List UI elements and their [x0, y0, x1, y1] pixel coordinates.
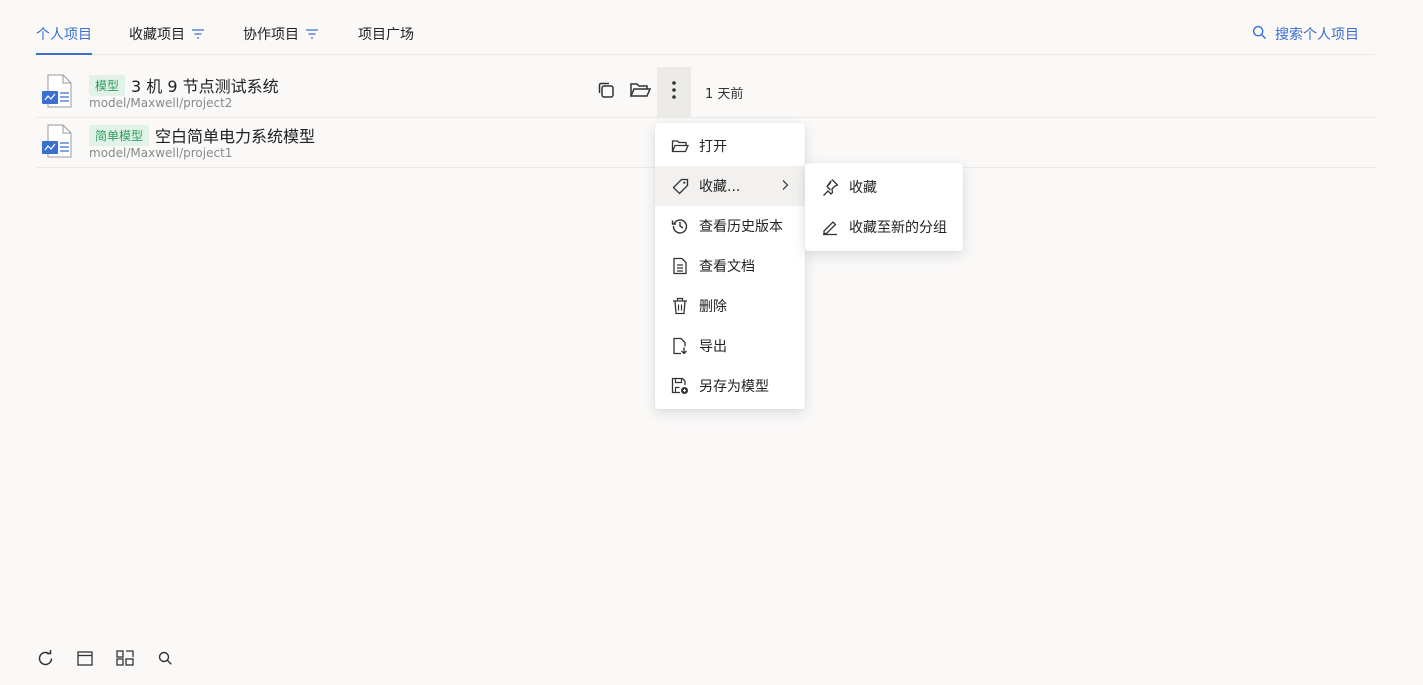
- tag-icon: [671, 177, 689, 195]
- grid-view-button[interactable]: [116, 650, 134, 670]
- filter-icon[interactable]: [191, 28, 205, 40]
- tab-label: 个人项目: [36, 27, 92, 43]
- chevron-right-icon: [781, 179, 789, 195]
- tab-collab-projects[interactable]: 协作项目: [243, 24, 319, 44]
- menu-item-view-doc[interactable]: 查看文档: [655, 246, 805, 286]
- project-path: model/Maxwell/project2: [89, 96, 233, 110]
- grid-icon: [116, 650, 134, 670]
- tab-label: 项目广场: [358, 27, 414, 43]
- tab-bar: 个人项目 收藏项目 协作项目 项目广场 搜索个人项目: [36, 0, 1375, 55]
- menu-item-history[interactable]: 查看历史版本: [655, 206, 805, 246]
- project-title[interactable]: 空白简单电力系统模型: [155, 123, 315, 147]
- submenu-item-label: 收藏至新的分组: [849, 220, 947, 236]
- search-label: 搜索个人项目: [1275, 27, 1359, 43]
- tab-label: 收藏项目: [129, 27, 185, 43]
- search-icon: [1252, 25, 1267, 44]
- more-actions-button[interactable]: [657, 67, 691, 117]
- project-path: model/Maxwell/project1: [89, 146, 233, 160]
- menu-item-label: 删除: [699, 299, 727, 315]
- menu-item-label: 查看文档: [699, 259, 755, 275]
- project-title[interactable]: 3 机 9 节点测试系统: [131, 73, 279, 97]
- trash-icon: [671, 297, 689, 315]
- favorite-submenu: 收藏 收藏至新的分组: [805, 163, 963, 251]
- document-icon: [671, 257, 689, 275]
- updated-time: 1 天前: [705, 87, 744, 102]
- window-view-button[interactable]: [76, 650, 94, 670]
- menu-item-delete[interactable]: 删除: [655, 286, 805, 326]
- copy-button[interactable]: [589, 67, 623, 117]
- filter-icon[interactable]: [305, 28, 319, 40]
- tab-project-plaza[interactable]: 项目广场: [358, 24, 414, 44]
- tab-label: 协作项目: [243, 27, 299, 43]
- menu-item-label: 另存为模型: [699, 379, 769, 395]
- model-file-icon: [40, 73, 76, 109]
- open-folder-button[interactable]: [623, 67, 657, 117]
- refresh-icon: [37, 649, 54, 671]
- project-row[interactable]: 模型 3 机 9 节点测试系统 model/Maxwell/project2 1…: [36, 67, 1376, 118]
- copy-icon: [596, 80, 616, 104]
- submenu-item-favorite[interactable]: 收藏: [805, 167, 963, 207]
- project-type-tag: 简单模型: [89, 124, 150, 146]
- submenu-item-label: 收藏: [849, 180, 877, 196]
- window-icon: [77, 650, 93, 670]
- menu-item-label: 收藏...: [699, 179, 741, 195]
- submenu-item-new-group[interactable]: 收藏至新的分组: [805, 207, 963, 247]
- refresh-button[interactable]: [36, 649, 54, 671]
- project-type-tag: 模型: [89, 74, 126, 96]
- menu-item-label: 查看历史版本: [699, 219, 783, 235]
- tab-personal-projects[interactable]: 个人项目: [36, 24, 92, 55]
- search-button[interactable]: [156, 650, 174, 670]
- folder-open-icon: [629, 81, 652, 103]
- pencil-icon: [821, 218, 839, 236]
- model-file-icon: [40, 123, 76, 159]
- menu-item-label: 导出: [699, 339, 727, 355]
- search-projects-button[interactable]: 搜索个人项目: [1252, 24, 1359, 44]
- search-icon: [158, 651, 173, 670]
- menu-item-export[interactable]: 导出: [655, 326, 805, 366]
- folder-open-icon: [671, 137, 689, 155]
- menu-item-label: 打开: [699, 139, 727, 155]
- menu-item-save-as-model[interactable]: 另存为模型: [655, 366, 805, 406]
- save-as-icon: [671, 377, 689, 395]
- menu-item-open[interactable]: 打开: [655, 126, 805, 166]
- pin-icon: [821, 178, 839, 196]
- bottom-toolbar: [36, 649, 174, 671]
- more-vertical-icon: [671, 80, 677, 104]
- export-icon: [671, 337, 689, 355]
- history-icon: [671, 217, 689, 235]
- context-menu: 打开 收藏... 查看历史版本 查看文档 删除 导出 另存为模型: [655, 123, 805, 409]
- menu-item-favorite[interactable]: 收藏...: [655, 166, 805, 206]
- tab-favorite-projects[interactable]: 收藏项目: [129, 24, 205, 44]
